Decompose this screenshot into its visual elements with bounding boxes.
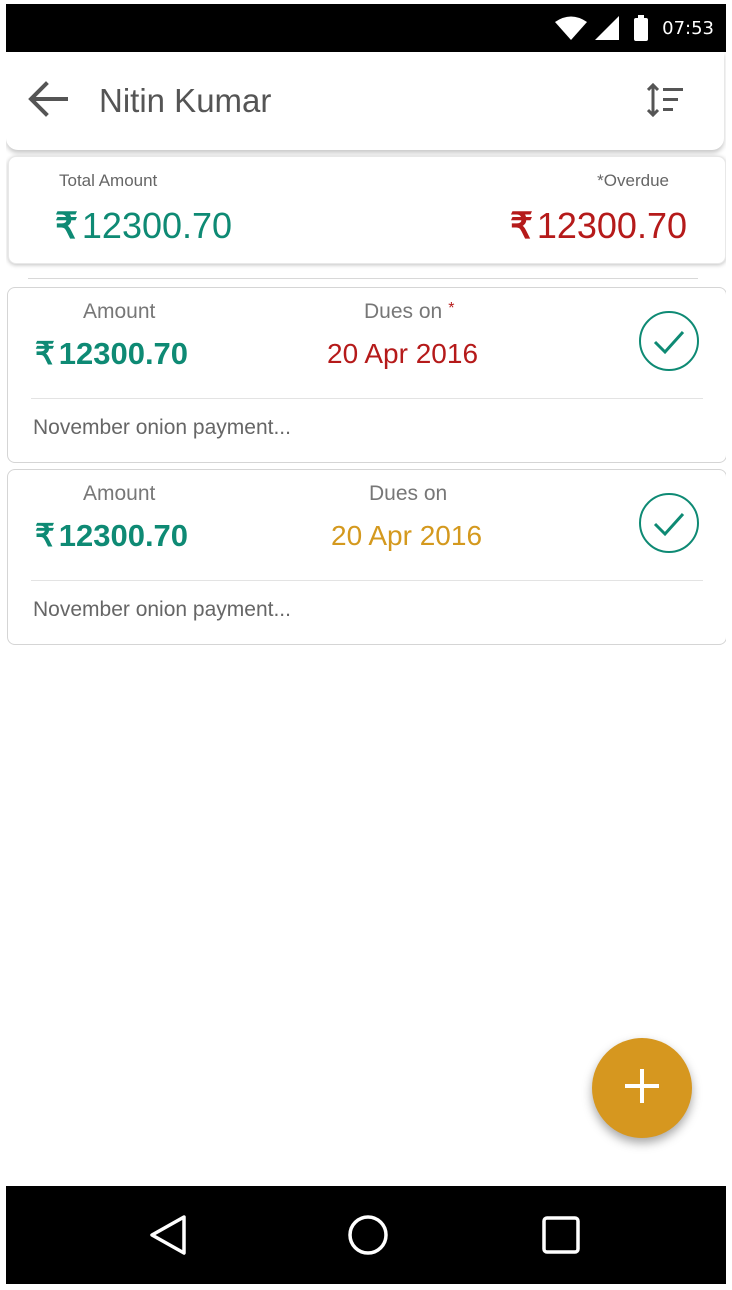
dues-on-text: Dues on: [364, 300, 443, 323]
due-date: 20 Apr 2016: [331, 520, 483, 551]
circle-home-icon: [348, 1215, 388, 1255]
phone-screen: 07:53 Nitin Kumar Total Amount *Overdue: [6, 4, 726, 1284]
total-amount-label: Total Amount: [59, 171, 158, 190]
nav-home-button[interactable]: [343, 1210, 393, 1260]
dues-on-label: Dues on *: [364, 300, 454, 324]
mark-paid-button[interactable]: [638, 492, 700, 554]
due-amount: ₹12300.70: [35, 518, 188, 554]
due-card[interactable]: Amount Dues on ₹12300.70 20 Apr 2016 Nov…: [7, 469, 726, 645]
overdue-number: 12300.70: [536, 205, 687, 246]
square-recents-icon: [542, 1216, 580, 1254]
app-bar: Nitin Kumar: [6, 52, 724, 150]
page-title: Nitin Kumar: [99, 82, 272, 119]
due-note: November onion payment...: [33, 416, 291, 439]
card-divider: [31, 398, 703, 399]
check-circle-icon: [639, 311, 699, 371]
divider: [28, 278, 698, 279]
rupee-symbol: ₹: [35, 336, 55, 371]
nav-recents-button[interactable]: [536, 1210, 586, 1260]
overdue-label: *Overdue: [597, 171, 669, 190]
arrow-left-icon: [28, 81, 68, 121]
total-amount-number: 12300.70: [81, 205, 233, 246]
due-amount-number: 12300.70: [58, 336, 189, 371]
rupee-symbol: ₹: [55, 205, 78, 246]
sort-icon: [646, 82, 685, 121]
check-circle-icon: [639, 493, 699, 553]
due-note: November onion payment...: [33, 598, 291, 621]
due-date: 20 Apr 2016: [327, 338, 479, 369]
due-card[interactable]: Amount Dues on * ₹12300.70 20 Apr 2016 No…: [7, 287, 726, 463]
mark-paid-button[interactable]: [638, 310, 700, 372]
battery-icon: [634, 15, 649, 41]
amount-label: Amount: [83, 482, 156, 505]
rupee-symbol: ₹: [35, 518, 55, 553]
overdue-value: ₹12300.70: [510, 205, 687, 247]
nav-back-button[interactable]: [143, 1210, 193, 1260]
summary-card: Total Amount *Overdue ₹12300.70 ₹12300.7…: [8, 156, 726, 264]
add-due-button[interactable]: [592, 1038, 692, 1138]
total-amount-value: ₹12300.70: [55, 205, 232, 247]
status-bar: 07:53: [6, 4, 726, 52]
sort-button[interactable]: [642, 78, 690, 126]
due-amount: ₹12300.70: [35, 336, 188, 372]
system-nav-bar: [6, 1186, 726, 1284]
status-time: 07:53: [662, 17, 714, 39]
plus-icon: [622, 1066, 662, 1110]
due-amount-number: 12300.70: [58, 518, 189, 553]
dues-on-label: Dues on: [369, 482, 448, 505]
back-button[interactable]: [24, 77, 72, 125]
wifi-icon: [554, 15, 588, 41]
rupee-symbol: ₹: [509, 205, 533, 246]
card-divider: [31, 580, 703, 581]
overdue-star: *: [448, 300, 455, 317]
triangle-back-icon: [150, 1215, 186, 1255]
cell-signal-icon: [594, 15, 620, 41]
amount-label: Amount: [83, 300, 156, 323]
